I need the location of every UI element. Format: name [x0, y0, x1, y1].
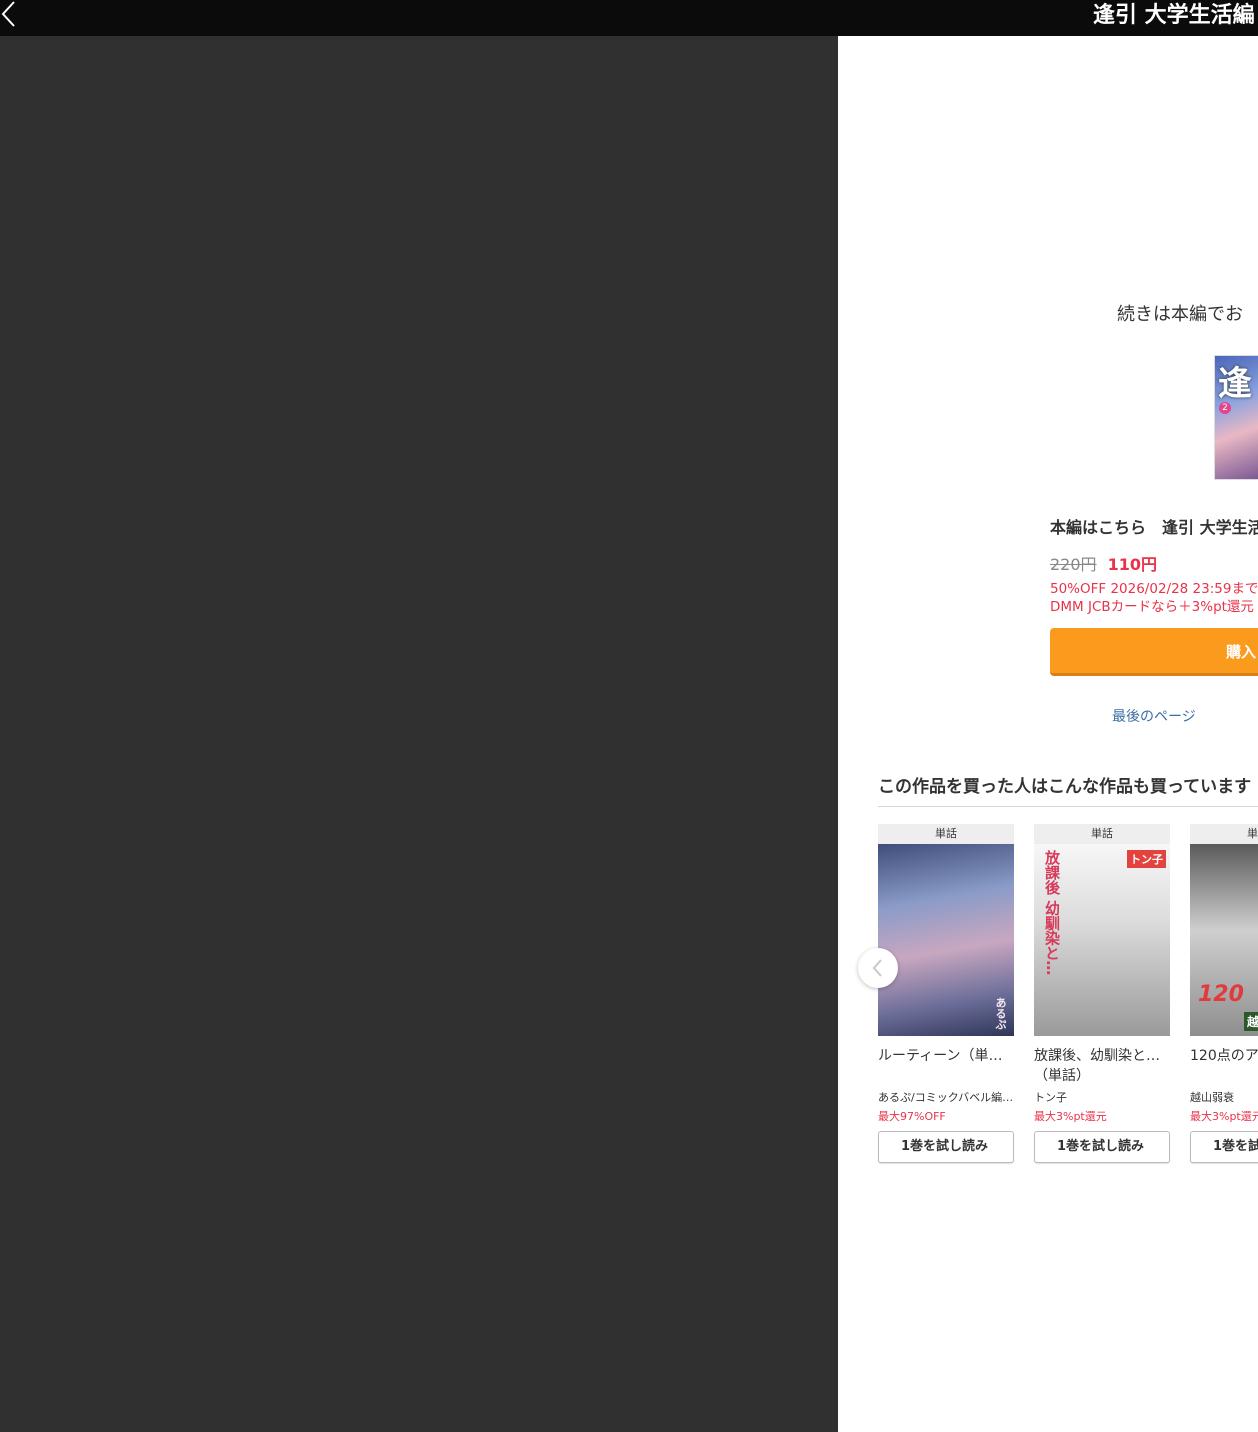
product-label[interactable]: 本編はこちら 逢引 大学生活 — [1050, 514, 1258, 538]
recommendation-card[interactable]: 単話 放課後 幼馴染と… トン子 放課後、幼馴染と…（単話） トン子 最大3%p… — [1034, 824, 1170, 1163]
sale-price: 110円 — [1107, 555, 1158, 574]
cover-author-text: あるぷ — [994, 997, 1007, 1030]
card-type-label: 単話 — [1190, 824, 1258, 844]
page-title: 逢引 大学生活編 — [1093, 0, 1255, 32]
trial-read-button[interactable]: 1巻を試し読み — [1190, 1131, 1258, 1163]
card-cover[interactable]: 120 越山 — [1190, 844, 1258, 1036]
card-type-label: 単話 — [1034, 824, 1170, 844]
card-promo: 最大97%OFF — [878, 1110, 946, 1123]
card-promo: 最大3%pt還元 — [1034, 1110, 1107, 1123]
viewer-page-area[interactable] — [0, 36, 838, 1432]
product-cover[interactable]: 逢 2 — [1214, 355, 1258, 480]
price-row: 220円 110円 — [1050, 551, 1157, 575]
buy-button[interactable]: 購入 — [1050, 628, 1258, 676]
cover-author-badge: トン子 — [1127, 850, 1166, 868]
card-cover[interactable]: 放課後 幼馴染と… トン子 — [1034, 844, 1170, 1036]
card-promo: 最大3%pt還元 — [1190, 1110, 1258, 1123]
card-cover[interactable]: あるぷ — [878, 844, 1014, 1036]
card-author[interactable]: 越山弱衰 — [1190, 1089, 1258, 1105]
last-page-link[interactable]: 最後のページ — [1112, 706, 1196, 726]
chevron-left-icon — [1, 1, 15, 27]
card-title[interactable]: 120点のア…話） — [1190, 1046, 1258, 1086]
recommendation-card[interactable]: 単話 あるぷ ルーティーン（単… あるぷ/コミックバベル編… 最大97%OFF … — [878, 824, 1014, 1163]
cover-title-text: 放課後 幼馴染と… — [1043, 850, 1061, 976]
continue-message: 続きは本編でお — [1117, 304, 1243, 325]
cover-title-glyph: 逢 — [1218, 364, 1252, 404]
recommendation-card[interactable]: 単話 120 越山 120点のア…話） 越山弱衰 最大3%pt還元 1巻を試し読… — [1190, 824, 1258, 1163]
card-author[interactable]: トン子 — [1034, 1089, 1170, 1105]
trial-read-button[interactable]: 1巻を試し読み — [878, 1131, 1014, 1163]
trial-read-button[interactable]: 1巻を試し読み — [1034, 1131, 1170, 1163]
sale-info: 50%OFF 2026/02/28 23:59まで DMM JCBカードなら＋3… — [1050, 580, 1258, 616]
chevron-left-icon — [872, 959, 882, 977]
card-bonus: DMM JCBカードなら＋3%pt還元 — [1050, 599, 1254, 615]
cover-volume-badge: 2 — [1219, 402, 1231, 414]
card-author[interactable]: あるぷ/コミックバベル編… — [878, 1089, 1014, 1105]
card-title[interactable]: 放課後、幼馴染と…（単話） — [1034, 1046, 1170, 1086]
cover-author-badge: 越山 — [1244, 1012, 1258, 1031]
sale-period: 50%OFF 2026/02/28 23:59まで — [1050, 581, 1258, 597]
carousel-prev-button[interactable] — [858, 948, 898, 988]
original-price: 220円 — [1050, 555, 1097, 574]
divider — [878, 806, 1258, 807]
cover-title-text: 120 — [1198, 982, 1244, 1007]
end-page-panel: 逢引 大学生活編 続きは本編でお 逢 2 本編はこちら 逢引 大学生活 220円… — [838, 0, 1258, 1432]
card-type-label: 単話 — [878, 824, 1014, 844]
buy-button-label: 購入 — [1226, 643, 1257, 661]
back-button[interactable] — [0, 0, 24, 32]
card-title[interactable]: ルーティーン（単… — [878, 1046, 1014, 1086]
recommendations-title: この作品を買った人はこんな作品も買っています — [878, 777, 1252, 797]
